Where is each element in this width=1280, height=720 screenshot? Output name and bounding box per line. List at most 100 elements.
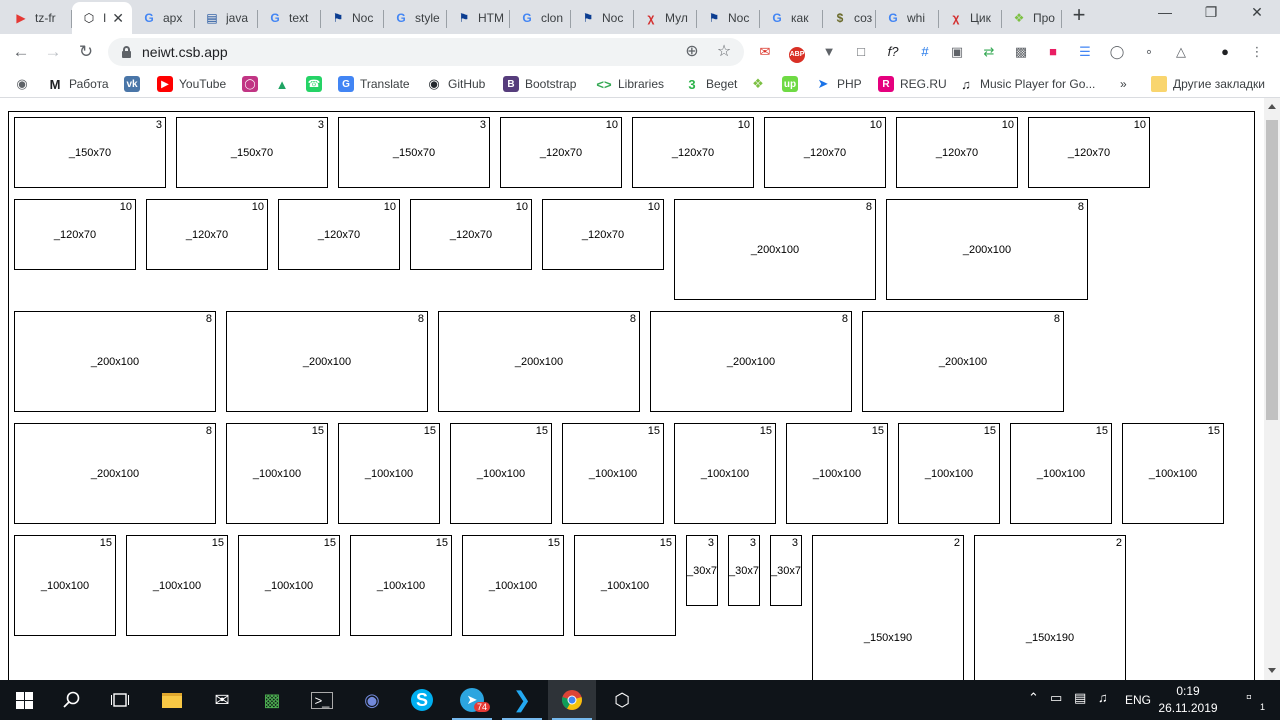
box-count: 15	[547, 537, 560, 549]
browser-tab[interactable]: $ соз	[823, 2, 876, 34]
browser-tab[interactable]: Gapx	[132, 2, 195, 34]
profile-avatar-icon[interactable]: ●	[1214, 42, 1236, 62]
browser-tab[interactable]: χ Цик	[939, 2, 1002, 34]
box-count: 3	[317, 119, 324, 131]
grid-extension-icon[interactable]: #	[914, 42, 936, 62]
forward-button[interactable]: →	[42, 41, 64, 63]
chrome-icon[interactable]	[548, 680, 596, 720]
bookmark-item[interactable]: G Translate	[338, 75, 410, 93]
browser-tab[interactable]: ⚑ HTM	[447, 2, 510, 34]
bookmark-item[interactable]: ▲	[274, 75, 290, 93]
bookmark-item[interactable]: 3 Beget	[684, 75, 737, 93]
bookmark-item[interactable]: ❖	[750, 75, 766, 93]
browser-tab[interactable]: ▶ tz-fr	[4, 2, 72, 34]
box-count: 15	[1095, 425, 1108, 437]
pip-extension-icon[interactable]: ▩	[1010, 42, 1032, 62]
file-explorer-icon[interactable]	[148, 680, 196, 720]
browser-tab[interactable]: Gкак	[760, 2, 823, 34]
bookmark-item[interactable]: <> Libraries	[596, 75, 664, 93]
font-extension-icon[interactable]: f?	[882, 42, 904, 62]
bookmark-item[interactable]: ◉	[14, 75, 30, 93]
browser-tab[interactable]: Gstyle	[384, 2, 447, 34]
gmail-extension-icon[interactable]: ✉	[754, 42, 776, 62]
youtube-icon: ▶	[157, 76, 173, 92]
minimize-button[interactable]: —	[1142, 4, 1188, 26]
bookmark-item[interactable]: ♫ Music Player for Go...	[958, 75, 1095, 93]
scroll-up-arrow-icon[interactable]	[1268, 104, 1276, 109]
box-size-label: _120x70	[539, 146, 583, 159]
codesandbox-taskbar-icon[interactable]: ⬡	[598, 680, 646, 720]
bookmark-item[interactable]: ▶ YouTube	[157, 75, 226, 93]
bookmark-item[interactable]: R REG.RU	[878, 75, 947, 93]
fullscreen-extension-icon[interactable]: ▣	[946, 42, 968, 62]
box-size-label: _100x100	[588, 467, 638, 480]
windows-start-icon[interactable]	[0, 680, 48, 720]
browser-tab[interactable]: ⚑ Noc	[697, 2, 760, 34]
browser-tab[interactable]: ⚑ Noc	[571, 2, 634, 34]
tray-chevron-up-icon[interactable]: ⌃	[1028, 690, 1039, 706]
search-icon[interactable]	[48, 680, 96, 720]
vue-extension-icon[interactable]: ▼	[818, 42, 840, 62]
vpn-lock-icon[interactable]: ▩	[248, 680, 296, 720]
telegram-icon[interactable]: ➤ 74	[448, 680, 496, 720]
browser-tab[interactable]: ⚑ Noc	[321, 2, 384, 34]
lock-icon[interactable]	[122, 46, 131, 58]
bookmark-item[interactable]: ◉ GitHub	[426, 75, 485, 93]
browser-tab[interactable]: Gclon	[510, 2, 571, 34]
url-text[interactable]: neiwt.csb.app	[142, 44, 228, 60]
up-icon: up	[782, 76, 798, 92]
task-view-icon[interactable]	[96, 680, 144, 720]
blank-extension-icon[interactable]: □	[850, 42, 872, 62]
new-tab-button[interactable]: +	[1068, 4, 1090, 26]
translate-extension-icon[interactable]: ☰	[1074, 42, 1096, 62]
vertical-scrollbar[interactable]	[1264, 98, 1280, 680]
terminal-icon[interactable]: >_	[298, 680, 346, 720]
clock-time[interactable]: 0:19	[1148, 684, 1228, 698]
bookmark-item[interactable]: up	[782, 75, 798, 93]
bookmark-item[interactable]: ☎	[306, 75, 322, 93]
window-close-button[interactable]: ✕	[1234, 4, 1280, 26]
battery-icon[interactable]: ▭	[1050, 690, 1062, 706]
scrollbar-thumb[interactable]	[1266, 120, 1278, 420]
action-center-icon[interactable]: ▫	[1246, 689, 1252, 707]
bookmark-item[interactable]: M Работа	[47, 75, 109, 93]
add-circle-icon[interactable]: ⊕	[682, 42, 702, 62]
browser-tab[interactable]: Gwhi	[876, 2, 939, 34]
code-extension-icon[interactable]: ∘	[1138, 42, 1160, 62]
browser-tab[interactable]: χ Мул	[634, 2, 697, 34]
bookmark-item[interactable]: ➤ PHP	[815, 75, 862, 93]
box-size-label: _120x70	[1067, 146, 1111, 159]
web-extension-icon[interactable]: △	[1170, 42, 1192, 62]
browser-tab[interactable]: ⬡ I ✕	[72, 2, 132, 34]
scroll-down-arrow-icon[interactable]	[1268, 668, 1276, 673]
tab-close-icon[interactable]: ✕	[112, 10, 124, 27]
network-icon[interactable]: ▤	[1074, 690, 1086, 706]
maximize-button[interactable]: ❐	[1188, 4, 1234, 26]
sync-extension-icon[interactable]: ⇄	[978, 42, 1000, 62]
box-size-label: _200x100	[726, 355, 776, 368]
power-extension-icon[interactable]: ◯	[1106, 42, 1128, 62]
clock-date[interactable]: 26.11.2019	[1148, 701, 1228, 715]
other-bookmarks-folder[interactable]: Другие закладки	[1151, 75, 1265, 93]
discord-icon[interactable]: ◉	[348, 680, 396, 720]
bookmark-item[interactable]: ◯	[242, 75, 258, 93]
bookmark-item[interactable]: vk	[124, 75, 140, 93]
browser-tab[interactable]: ▤ java	[195, 2, 258, 34]
reload-button[interactable]: ↻	[75, 41, 97, 63]
adblock-extension-icon[interactable]: ABP	[786, 42, 808, 63]
vscode-icon[interactable]: ❯	[498, 680, 546, 720]
mail-icon[interactable]: ✉	[198, 680, 246, 720]
bookmark-item[interactable]: B Bootstrap	[503, 75, 576, 93]
box-size-label: _100x100	[1148, 467, 1198, 480]
skype-icon[interactable]: S	[398, 680, 446, 720]
address-bar[interactable]: neiwt.csb.app ⊕ ☆	[108, 38, 744, 66]
back-button[interactable]: ←	[10, 41, 32, 63]
browser-tab[interactable]: ❖ Про	[1002, 2, 1062, 34]
bookmarks-more-chevron[interactable]: »	[1120, 75, 1127, 93]
box-count: 10	[737, 119, 750, 131]
color-extension-icon[interactable]: ■	[1042, 42, 1064, 62]
volume-icon[interactable]: ♫	[1098, 690, 1108, 705]
bookmark-star-icon[interactable]: ☆	[714, 42, 734, 62]
chrome-menu-icon[interactable]: ⋮	[1246, 42, 1268, 62]
browser-tab[interactable]: Gtext	[258, 2, 321, 34]
